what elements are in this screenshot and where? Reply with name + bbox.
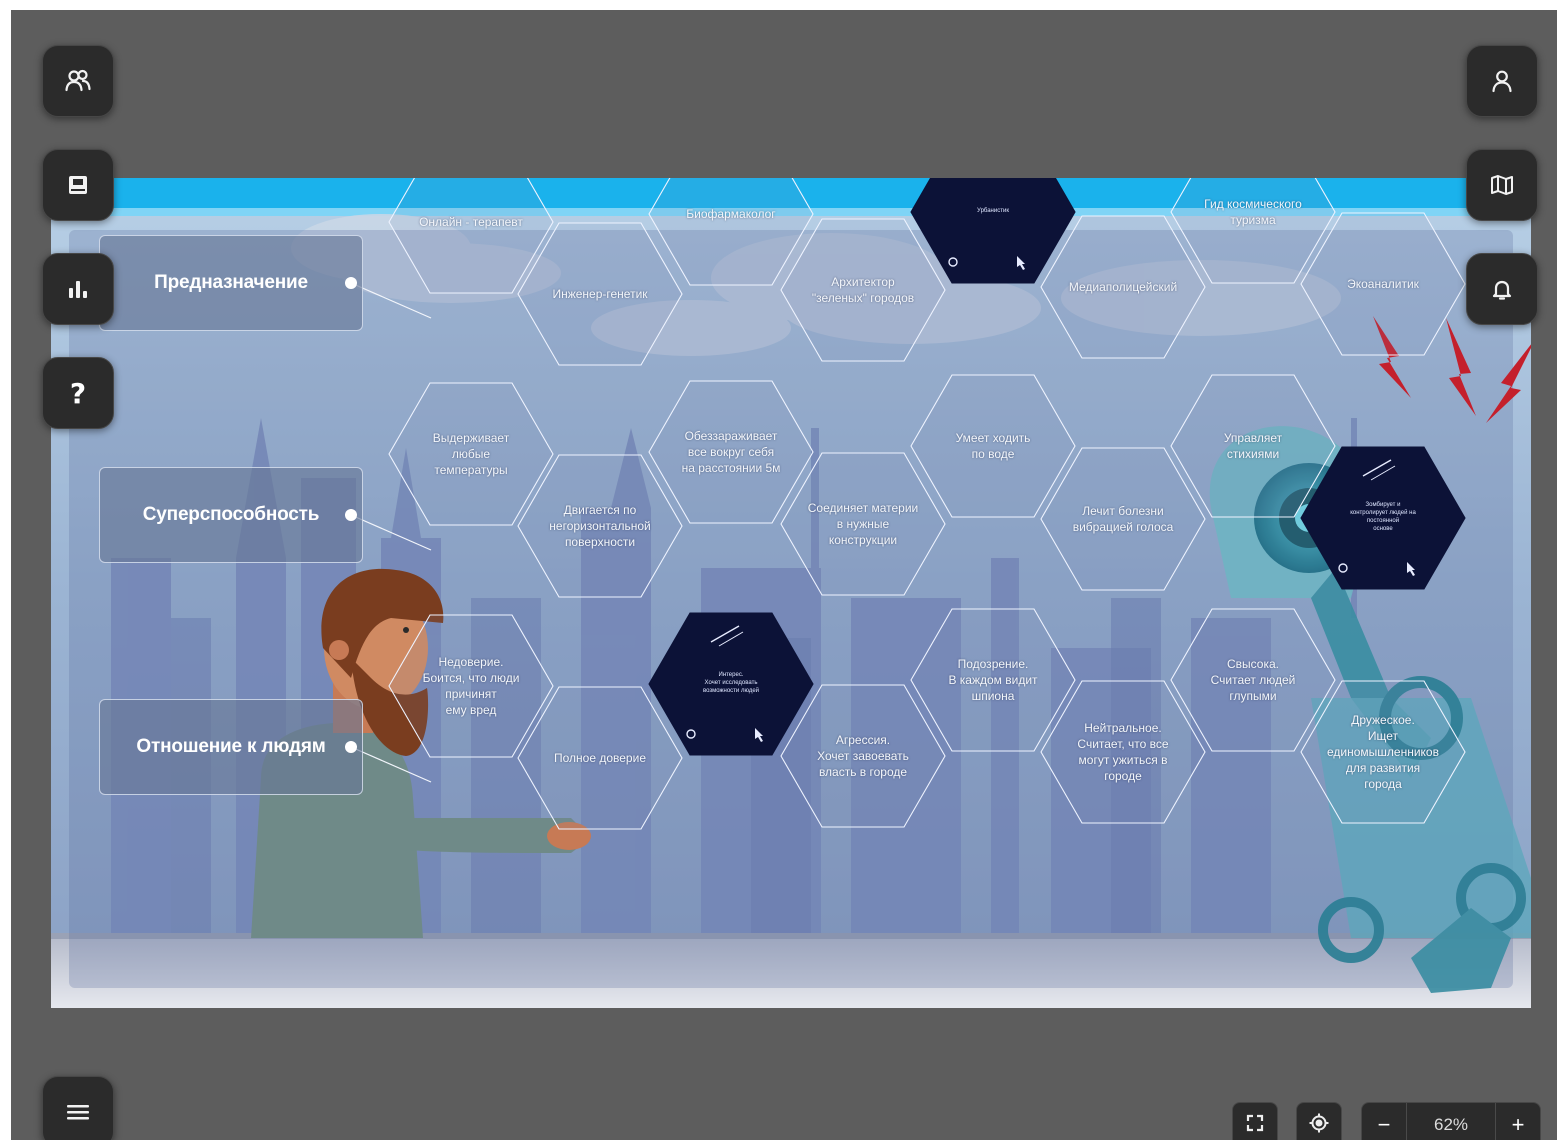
recenter-button[interactable] — [1296, 1102, 1342, 1140]
row-connector-dot[interactable] — [345, 277, 357, 289]
zoom-control: − 62% + — [1361, 1102, 1541, 1140]
fullscreen-button[interactable] — [1232, 1102, 1278, 1140]
game-board: Предназначение Суперспособность Отношени… — [51, 178, 1531, 1008]
crosshair-icon — [1308, 1112, 1330, 1139]
help-button[interactable]: ? — [42, 357, 114, 429]
hamburger-menu-icon — [66, 1102, 90, 1122]
help-icon: ? — [69, 376, 87, 410]
row-label-text: Предназначение — [154, 272, 308, 293]
profile-button[interactable] — [1466, 45, 1538, 117]
row-connector-dot[interactable] — [345, 741, 357, 753]
zoom-out-button[interactable]: − — [1362, 1103, 1406, 1140]
book-icon — [66, 173, 90, 197]
fullscreen-icon — [1245, 1113, 1265, 1138]
row-label-attitude: Отношение к людям — [99, 699, 363, 795]
row-label-superpower: Суперспособность — [99, 467, 363, 563]
user-icon — [1489, 68, 1515, 94]
menu-button[interactable] — [42, 1076, 114, 1140]
stats-button[interactable] — [42, 253, 114, 325]
app-window: Предназначение Суперспособность Отношени… — [11, 10, 1557, 1140]
bell-icon — [1490, 277, 1514, 301]
map-icon — [1489, 172, 1515, 198]
users-icon — [64, 67, 92, 95]
notifications-button[interactable] — [1466, 253, 1538, 325]
zoom-in-button[interactable]: + — [1496, 1103, 1540, 1140]
zoom-level: 62% — [1406, 1103, 1496, 1140]
row-connector-dot[interactable] — [345, 509, 357, 521]
notebook-button[interactable] — [42, 149, 114, 221]
row-label-text: Отношение к людям — [136, 736, 326, 757]
row-label-text: Суперспособность — [142, 504, 320, 525]
map-button[interactable] — [1466, 149, 1538, 221]
row-label-purpose: Предназначение — [99, 235, 363, 331]
bar-chart-icon — [66, 277, 90, 301]
team-button[interactable] — [42, 45, 114, 117]
